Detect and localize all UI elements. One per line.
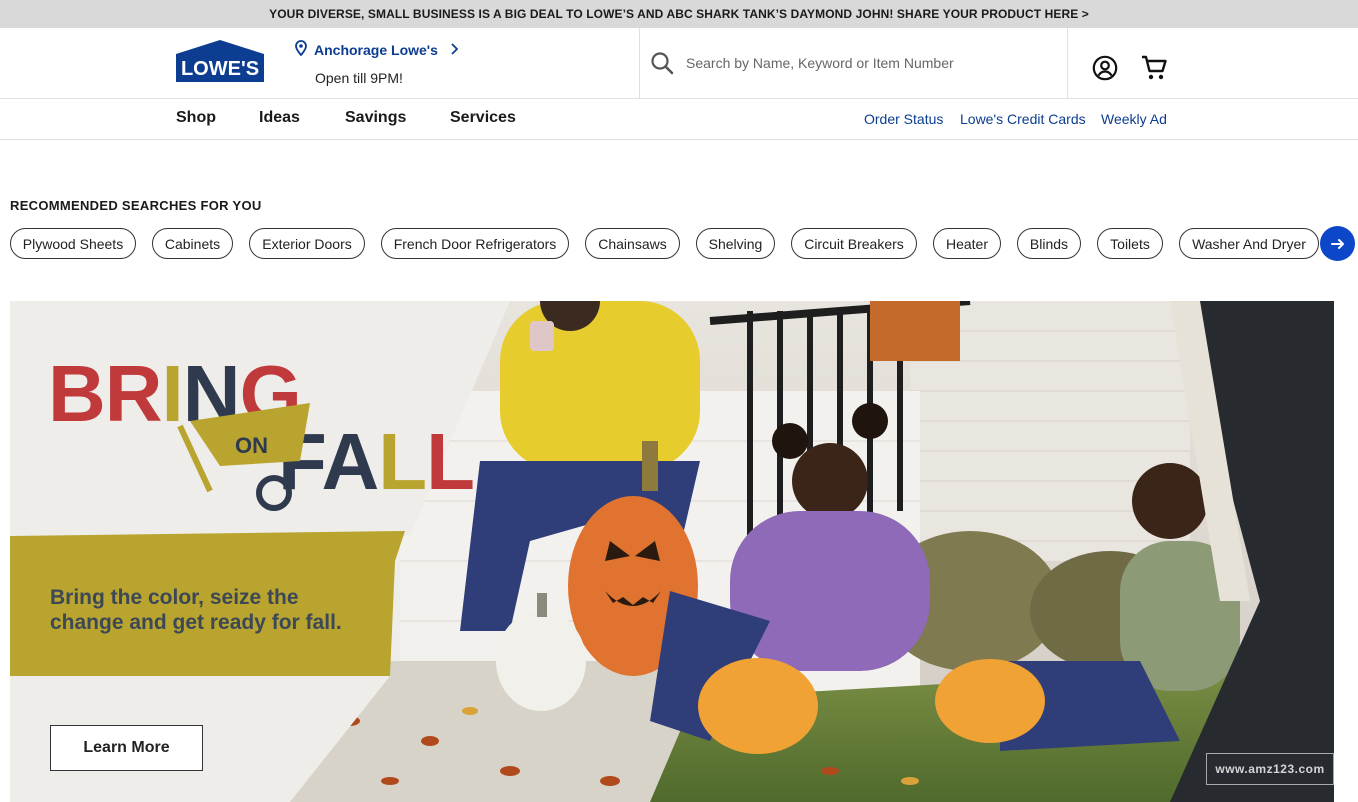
- store-hours: Open till 9PM!: [315, 70, 403, 86]
- hero-banner[interactable]: BRING FALL ON Bring the color, seize the…: [10, 301, 1334, 802]
- arrow-right-icon: [1330, 237, 1345, 251]
- search-icon[interactable]: [650, 51, 674, 75]
- weekly-ad-link[interactable]: Weekly Ad: [1101, 111, 1167, 127]
- search-chip[interactable]: Plywood Sheets: [10, 228, 136, 259]
- search-chip[interactable]: Shelving: [696, 228, 775, 259]
- promo-text[interactable]: YOUR DIVERSE, SMALL BUSINESS IS A BIG DE…: [269, 7, 1089, 21]
- search-chip[interactable]: Toilets: [1097, 228, 1163, 259]
- search-chip[interactable]: Heater: [933, 228, 1001, 259]
- lowes-logo[interactable]: LOWE'S: [176, 40, 264, 82]
- credit-cards-link[interactable]: Lowe's Credit Cards: [960, 111, 1086, 127]
- account-icon[interactable]: [1092, 55, 1118, 86]
- hero-tagline-line2: change and get ready for fall.: [50, 611, 342, 634]
- search-chip[interactable]: Cabinets: [152, 228, 233, 259]
- promo-banner[interactable]: YOUR DIVERSE, SMALL BUSINESS IS A BIG DE…: [0, 0, 1358, 28]
- order-status-link[interactable]: Order Status: [864, 111, 943, 127]
- main-nav: Shop Ideas Savings Services Order Status…: [0, 99, 1358, 140]
- recommended-title: RECOMMENDED SEARCHES FOR YOU: [10, 198, 262, 213]
- search-chip[interactable]: Circuit Breakers: [791, 228, 917, 259]
- site-header: LOWE'S Anchorage Lowe's Open till 9PM!: [0, 28, 1358, 99]
- store-name[interactable]: Anchorage Lowe's: [314, 42, 438, 58]
- hero-image: BRING FALL ON: [10, 301, 1334, 802]
- divider: [1067, 28, 1068, 98]
- search-chip[interactable]: Exterior Doors: [249, 228, 365, 259]
- next-arrow-button[interactable]: [1320, 226, 1355, 261]
- nav-ideas[interactable]: Ideas: [259, 109, 300, 127]
- learn-more-button[interactable]: Learn More: [50, 725, 203, 771]
- nav-savings[interactable]: Savings: [345, 109, 406, 127]
- nav-shop[interactable]: Shop: [176, 109, 216, 127]
- watermark: www.amz123.com: [1206, 753, 1334, 785]
- chevron-right-icon: [450, 42, 459, 58]
- map-pin-icon: [294, 40, 308, 59]
- search-chip[interactable]: Chainsaws: [585, 228, 680, 259]
- store-selector[interactable]: Anchorage Lowe's Open till 9PM!: [294, 40, 459, 86]
- store-name-link[interactable]: Anchorage Lowe's: [294, 40, 459, 59]
- search-chip[interactable]: Washer And Dryer: [1179, 228, 1319, 259]
- cart-icon[interactable]: [1141, 54, 1169, 87]
- search-chip[interactable]: Blinds: [1017, 228, 1081, 259]
- logo-text: LOWE'S: [181, 58, 259, 80]
- hero-logo-fall: FALL: [278, 417, 474, 506]
- search-input[interactable]: [684, 54, 1066, 72]
- hero-logo-on: ON: [235, 433, 268, 458]
- hero-tagline: Bring the color, seize the change and ge…: [50, 585, 342, 635]
- nav-services[interactable]: Services: [450, 109, 516, 127]
- hero-tagline-line1: Bring the color, seize the: [50, 586, 299, 609]
- search-bar[interactable]: [640, 28, 1066, 98]
- search-chip[interactable]: French Door Refrigerators: [381, 228, 569, 259]
